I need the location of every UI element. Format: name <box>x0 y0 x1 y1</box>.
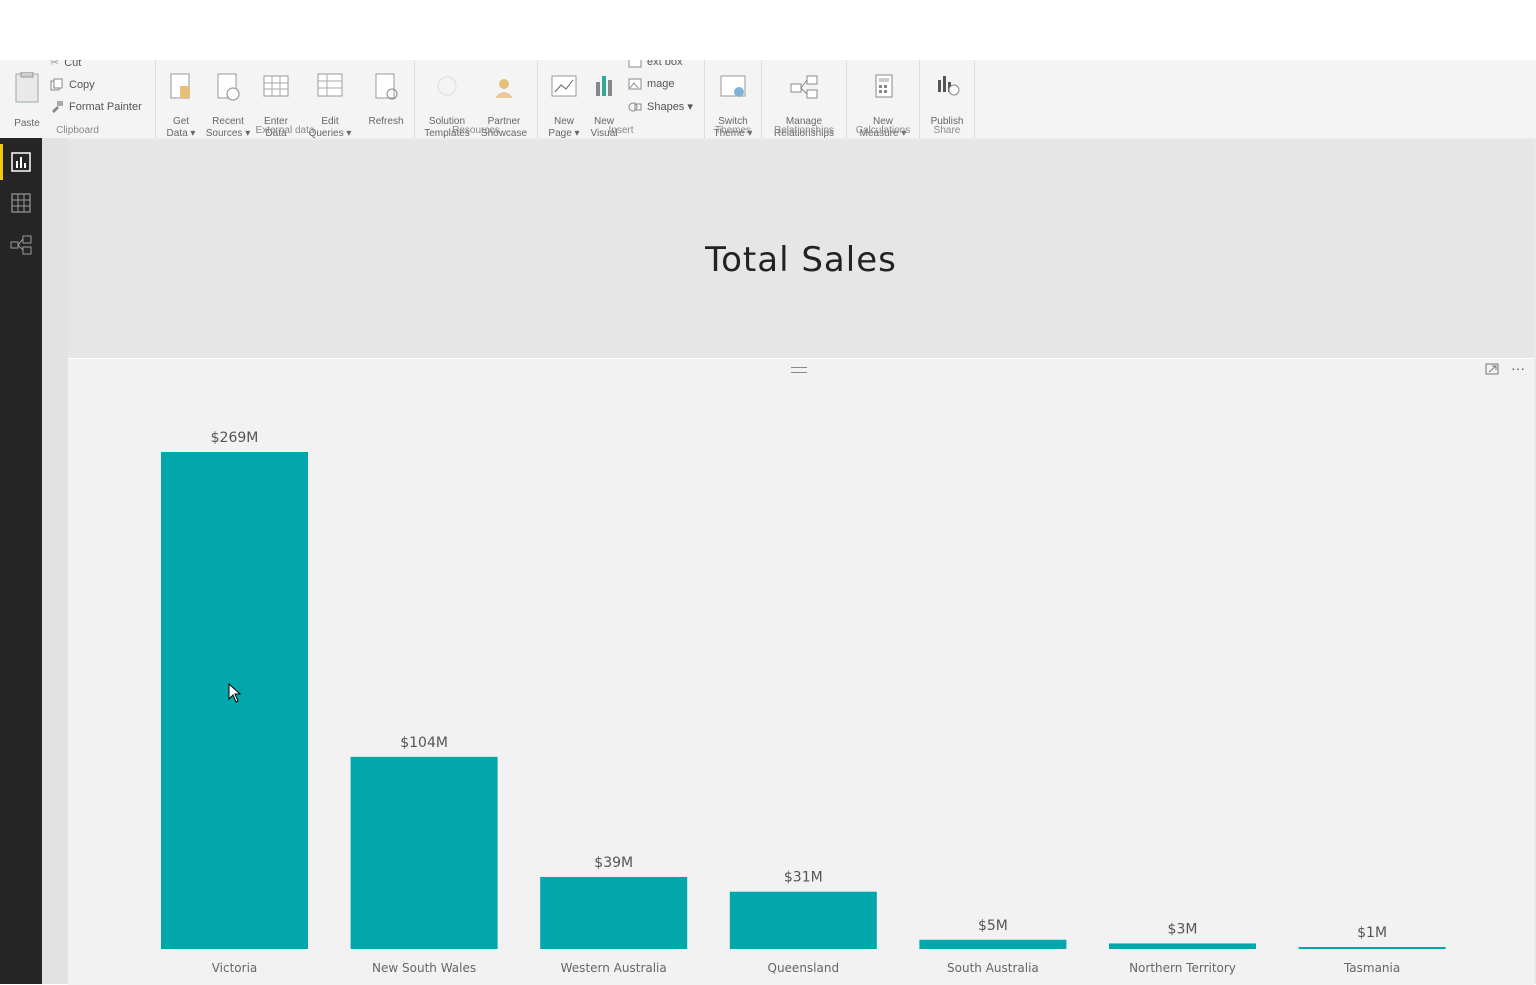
image-label: mage <box>647 78 675 90</box>
x-axis-tick-label: Tasmania <box>1343 961 1400 975</box>
themes-group: Switch Theme ▾ Themes <box>705 60 762 138</box>
recent-sources-icon <box>217 73 240 101</box>
partner-showcase-icon <box>495 79 513 98</box>
data-view-icon <box>11 193 31 213</box>
clipboard-group: Paste ✂ Cut Copy Format Painter Clipboar… <box>0 60 156 138</box>
copy-icon <box>50 78 63 91</box>
data-label: $269M <box>211 430 259 446</box>
bar-northern-territory[interactable] <box>1109 943 1256 949</box>
new-page-icon <box>551 75 577 97</box>
get-data-icon <box>170 73 190 99</box>
x-axis-tick-label: New South Wales <box>372 961 476 975</box>
report-view-icon <box>11 152 31 172</box>
edit-queries-icon <box>317 73 343 97</box>
image-icon <box>628 78 642 90</box>
data-view-button[interactable] <box>9 191 33 215</box>
bar-tasmania[interactable] <box>1298 947 1446 949</box>
shapes-label: Shapes ▾ <box>647 101 693 113</box>
paste-icon <box>15 72 39 103</box>
share-group: Publish Share <box>920 60 975 138</box>
paste-button[interactable]: Paste <box>8 60 46 130</box>
insert-group-label: Insert <box>608 125 634 136</box>
report-title: Total Sales <box>705 240 897 280</box>
scissors-icon: ✂ <box>50 60 60 69</box>
relationships-group-label: Relationships <box>773 125 835 136</box>
new-visual-icon <box>596 76 612 96</box>
switch-theme-icon <box>720 75 746 97</box>
solution-templates-icon <box>437 76 457 96</box>
copy-label: Copy <box>69 78 95 91</box>
data-label: $1M <box>1357 925 1387 941</box>
calculations-group-label: Calculations <box>855 125 911 136</box>
bar-south-australia[interactable] <box>919 939 1067 949</box>
shapes-button[interactable]: Shapes ▾ <box>628 100 693 113</box>
share-group-label: Share <box>933 125 961 136</box>
clipboard-group-label: Clipboard <box>56 125 99 136</box>
calculations-group: New Measure ▾ Calculations <box>847 60 920 138</box>
external-data-group-label: External data <box>255 125 315 136</box>
insert-group: New Page ▾ New Visual ext box mage Shape… <box>538 60 705 138</box>
manage-relationships-icon <box>790 75 818 99</box>
external-data-group: Get Data ▾ Recent Sources ▾ Enter Data E… <box>156 60 415 138</box>
data-label: $104M <box>400 735 448 751</box>
x-axis-tick-label: Northern Territory <box>1129 961 1236 975</box>
text-box-button[interactable]: ext box <box>628 60 682 68</box>
canvas-margin <box>42 138 68 984</box>
refresh-button[interactable]: Refresh <box>364 60 408 128</box>
relationships-view-icon <box>10 235 32 255</box>
x-axis-tick-label: Western Australia <box>561 961 667 975</box>
bar-queensland[interactable] <box>729 891 877 949</box>
bar-western-australia[interactable] <box>540 876 688 949</box>
data-label: $5M <box>978 918 1008 934</box>
format-painter-button[interactable]: Format Painter <box>50 100 142 113</box>
text-box-label: ext box <box>647 60 683 68</box>
bar-new-south-wales[interactable] <box>350 756 498 949</box>
title-card[interactable]: Total Sales <box>68 140 1534 358</box>
data-label: $39M <box>594 855 633 871</box>
left-nav <box>0 138 42 984</box>
copy-button[interactable]: Copy <box>50 78 95 91</box>
text-box-icon <box>628 60 642 68</box>
report-view-button[interactable] <box>0 144 33 180</box>
relationships-view-button[interactable] <box>9 233 33 257</box>
publish-button[interactable]: Publish <box>924 60 970 128</box>
publish-icon <box>938 76 960 96</box>
resources-group: Solution Templates Partner Showcase Reso… <box>415 60 538 138</box>
mouse-cursor-icon <box>228 683 242 703</box>
shapes-icon <box>628 102 642 111</box>
relationships-group: Manage Relationships Relationships <box>762 60 847 138</box>
x-axis-tick-label: Queensland <box>768 961 840 975</box>
x-axis-tick-label: South Australia <box>947 961 1039 975</box>
data-label: $3M <box>1168 921 1198 937</box>
format-painter-label: Format Painter <box>69 100 142 113</box>
paintbrush-icon <box>52 101 63 113</box>
bar-chart: $269M Victoria $104M New South Wales $39M Wes… <box>161 430 1446 975</box>
cut-label: Cut <box>64 60 82 69</box>
resources-group-label: Resources <box>452 125 500 136</box>
cut-button[interactable]: ✂ Cut <box>50 60 81 69</box>
image-button[interactable]: mage <box>628 78 675 90</box>
themes-group-label: Themes <box>714 125 752 136</box>
data-label: $31M <box>784 870 823 886</box>
ribbon: Paste ✂ Cut Copy Format Painter Clipboar… <box>0 60 1536 139</box>
calculator-icon <box>875 74 893 98</box>
refresh-icon <box>375 73 398 100</box>
table-grid-icon <box>263 75 289 97</box>
bar-chart-visual[interactable]: ··· $269M Victoria $104M New South Wales $39… <box>68 358 1534 985</box>
x-axis-tick-label: Victoria <box>212 961 258 975</box>
